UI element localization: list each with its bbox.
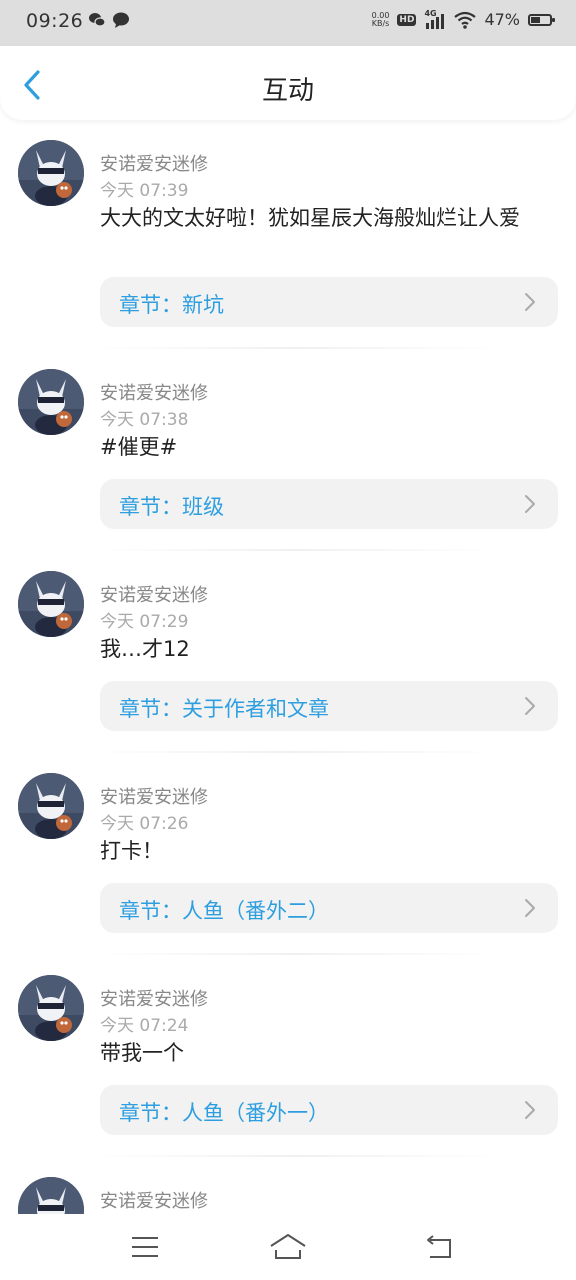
app-header: 互动: [0, 46, 576, 120]
username[interactable]: 安诺爱安迷修: [100, 379, 208, 405]
comment-item: 安诺爱安迷修 今天 07:26 打卡！ 章节：人鱼（番外二）: [0, 753, 576, 955]
comment-time: 今天 07:24: [100, 1016, 189, 1036]
battery-icon: [528, 13, 555, 26]
comment-item: 安诺爱安迷修 今天 07:38 #催更# 章节：班级: [0, 349, 576, 551]
avatar[interactable]: [18, 773, 84, 839]
username[interactable]: 安诺爱安迷修: [100, 1187, 208, 1213]
back-nav-button[interactable]: [420, 1230, 460, 1264]
back-icon: [427, 1235, 451, 1258]
comment-feed[interactable]: 安诺爱安迷修 今天 07:39 大大的文太好啦！犹如星辰大海般灿烂让人爱 章节：…: [0, 120, 576, 1214]
comment-time: 今天 07:39: [100, 181, 189, 201]
chevron-right-icon: [525, 899, 535, 917]
comment-text: 大大的文太好啦！犹如星辰大海般灿烂让人爱: [100, 206, 520, 230]
chevron-right-icon: [525, 1101, 535, 1119]
chapter-label: 章节：新坑: [119, 293, 224, 317]
username[interactable]: 安诺爱安迷修: [100, 150, 208, 176]
comment-item: 安诺爱安迷修 今天 07:24 带我一个 章节：人鱼（番外一）: [0, 955, 576, 1157]
home-icon: [270, 1234, 306, 1259]
menu-button[interactable]: [125, 1230, 165, 1264]
avatar[interactable]: [18, 1177, 84, 1214]
comment-item: 安诺爱安迷修 今天 07:39 大大的文太好啦！犹如星辰大海般灿烂让人爱 章节：…: [0, 120, 576, 349]
status-bar: 09:26 0.00 KB/s HD 4G 47%: [0, 0, 576, 46]
chapter-link[interactable]: 章节：新坑: [100, 277, 558, 327]
comment-time: 今天 07:26: [100, 814, 189, 834]
comment-text: #催更#: [100, 435, 178, 459]
comment-item: 安诺爱安迷修 今天 07:29 我…才12 章节：关于作者和文章: [0, 551, 576, 753]
signal-icon: 4G: [424, 9, 446, 29]
chat-bubble-icon: [113, 12, 129, 28]
wechat-icon: [89, 13, 106, 27]
status-time: 09:26: [26, 10, 84, 32]
avatar[interactable]: [18, 369, 84, 435]
home-button[interactable]: [268, 1230, 308, 1264]
username[interactable]: 安诺爱安迷修: [100, 581, 208, 607]
chapter-link[interactable]: 章节：班级: [100, 479, 558, 529]
avatar[interactable]: [18, 571, 84, 637]
chevron-right-icon: [525, 495, 535, 513]
chevron-right-icon: [525, 697, 535, 715]
comment-time: 今天 07:29: [100, 612, 189, 632]
net-speed-unit: KB/s: [371, 18, 390, 28]
username[interactable]: 安诺爱安迷修: [100, 783, 208, 809]
chapter-label: 章节：班级: [119, 495, 224, 519]
comment-text: 打卡！: [100, 839, 163, 863]
chapter-label: 章节：人鱼（番外一）: [119, 1101, 329, 1125]
chevron-right-icon: [525, 293, 535, 311]
chapter-link[interactable]: 章节：关于作者和文章: [100, 681, 558, 731]
battery-fill: [531, 16, 541, 23]
comment-text: 带我一个: [100, 1041, 184, 1065]
chapter-label: 章节：人鱼（番外二）: [119, 899, 329, 923]
chapter-label: 章节：关于作者和文章: [119, 697, 329, 721]
chapter-link[interactable]: 章节：人鱼（番外二）: [100, 883, 558, 933]
comment-item: 安诺爱安迷修: [0, 1157, 576, 1214]
net-speed: 0.00 KB/s: [371, 11, 390, 28]
username[interactable]: 安诺爱安迷修: [100, 985, 208, 1011]
hd-icon: HD: [397, 13, 417, 26]
comment-text: 我…才12: [100, 637, 190, 661]
system-nav-bar: [0, 1214, 576, 1280]
page-title: 互动: [261, 76, 314, 106]
battery-percent: 47%: [484, 10, 520, 29]
chapter-link[interactable]: 章节：人鱼（番外一）: [100, 1085, 558, 1135]
wifi-icon: [454, 11, 477, 29]
comment-time: 今天 07:38: [100, 410, 189, 430]
avatar[interactable]: [18, 975, 84, 1041]
avatar[interactable]: [18, 140, 84, 206]
menu-icon: [132, 1237, 158, 1257]
notification-icons: [88, 12, 130, 28]
status-right: 0.00 KB/s HD 4G 47%: [371, 9, 555, 29]
